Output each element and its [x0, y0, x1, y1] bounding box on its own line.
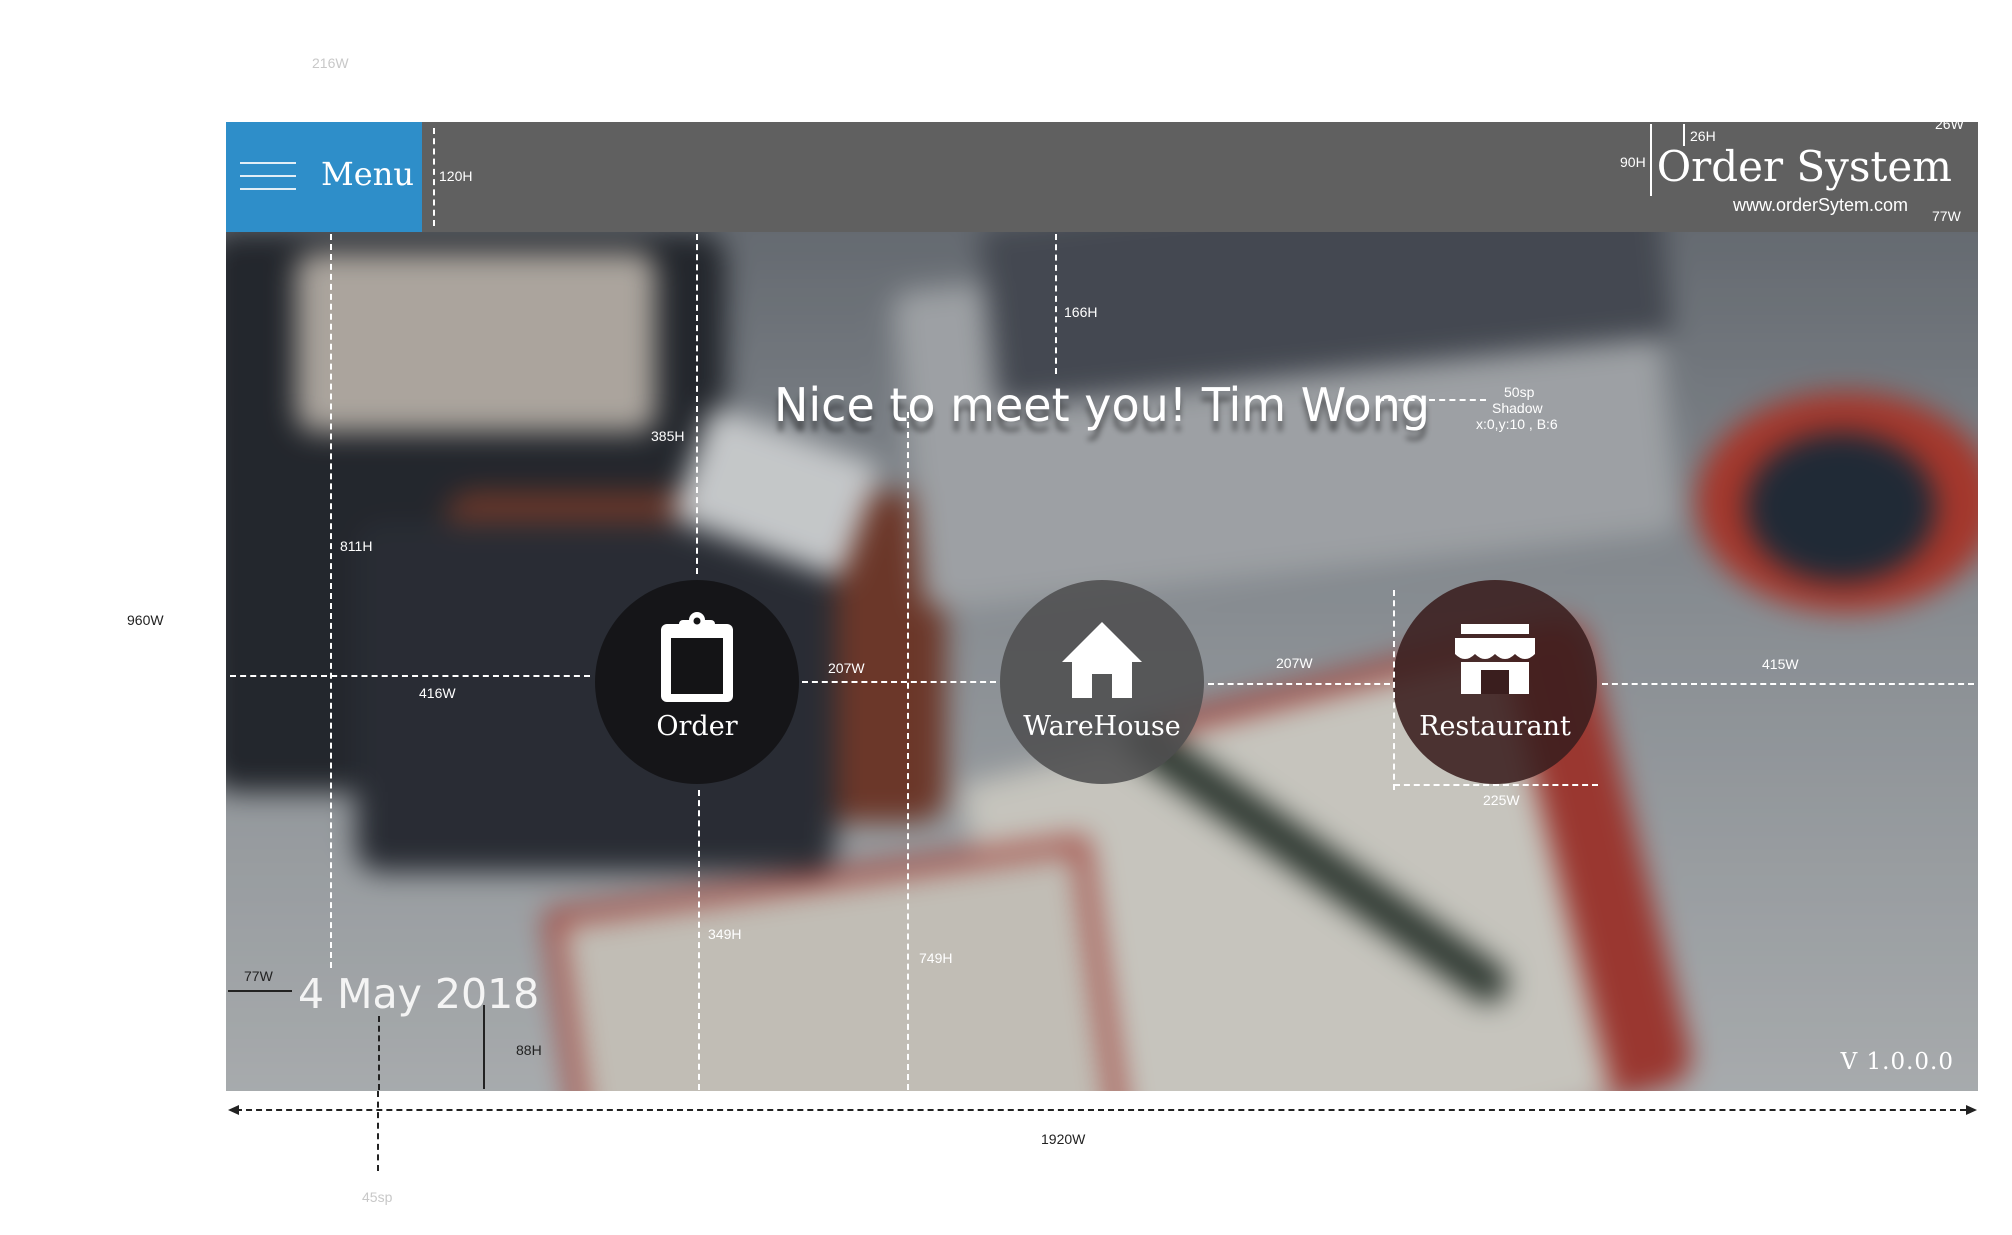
- spec-right-gap: 415W: [1762, 656, 1799, 672]
- spec-title-height: 90H: [1620, 154, 1646, 170]
- spec-greeting-top: 166H: [1064, 304, 1098, 320]
- spec-gap-2: 207W: [1276, 655, 1313, 671]
- app-screen: Menu Order System www.orderSytem.com Nic…: [226, 122, 1978, 1091]
- spec-line: [802, 681, 996, 683]
- spec-line: [228, 990, 292, 992]
- spec-line: [698, 790, 700, 1090]
- spec-line: [377, 1091, 379, 1171]
- spec-line: [236, 1109, 1966, 1111]
- spec-line: [1683, 124, 1685, 146]
- order-label[interactable]: Order: [595, 711, 799, 743]
- spec-line: [1393, 590, 1395, 790]
- spec-line: [1055, 234, 1057, 374]
- spec-circle-width: 225W: [1483, 792, 1520, 808]
- restaurant-label[interactable]: Restaurant: [1393, 711, 1597, 743]
- menu-button[interactable]: Menu: [226, 122, 422, 232]
- spec-canvas-width: 1920W: [1041, 1131, 1086, 1147]
- spec-topbar-height: 120H: [439, 168, 473, 184]
- spec-line: [378, 1016, 380, 1090]
- current-date: 4 May 2018: [298, 970, 540, 1018]
- spec-line: [433, 128, 435, 226]
- spec-line: [1378, 399, 1486, 401]
- spec-url-right: 77W: [1932, 208, 1961, 224]
- home-icon: [1062, 622, 1142, 698]
- spec-arrow: [228, 1105, 239, 1115]
- spec-canvas-height: 960W: [127, 612, 164, 628]
- welcome-greeting: Nice to meet you! Tim Wong: [773, 378, 1431, 432]
- app-title: Order System: [1656, 142, 1952, 191]
- spec-line: [1394, 784, 1598, 786]
- store-icon: [1455, 624, 1535, 694]
- spec-date-font: 45sp: [362, 1189, 393, 1205]
- spec-line: [696, 234, 698, 574]
- spec-order-top: 385H: [651, 428, 685, 444]
- spec-title-top: 26H: [1690, 128, 1716, 144]
- spec-left-gap: 416W: [419, 685, 456, 701]
- restaurant-button[interactable]: Restaurant: [1393, 580, 1597, 784]
- spec-date-top: 811H: [340, 538, 373, 554]
- app-website: www.orderSytem.com: [1732, 195, 1908, 215]
- spec-arrow: [1966, 1105, 1977, 1115]
- spec-line: [1650, 124, 1652, 196]
- menu-label[interactable]: Menu: [321, 154, 414, 194]
- spec-line: [230, 675, 590, 677]
- version-label: V 1.0.0.0: [1840, 1049, 1954, 1075]
- spec-order-bottom: 349H: [708, 926, 742, 942]
- spec-greeting-font: 50sp: [1504, 384, 1535, 400]
- spec-line: [907, 412, 909, 1090]
- spec-line: [1208, 683, 1390, 685]
- spec-top-faint: 216W: [312, 55, 349, 71]
- spec-date-bottom: 88H: [516, 1042, 542, 1058]
- spec-gap-1: 207W: [828, 660, 865, 676]
- spec-line: [1602, 683, 1974, 685]
- spec-date-left: 77W: [244, 968, 273, 984]
- spec-line: [330, 234, 332, 968]
- warehouse-button[interactable]: WareHouse: [1000, 580, 1204, 784]
- spec-title-right: 26W: [1935, 122, 1964, 132]
- spec-greeting-bottom: 749H: [919, 950, 953, 966]
- warehouse-label[interactable]: WareHouse: [1000, 711, 1204, 743]
- spec-greeting-shadow-values: x:0,y:10 , B:6: [1476, 416, 1558, 432]
- clipboard-icon: [661, 612, 733, 702]
- spec-greeting-shadow: Shadow: [1492, 400, 1543, 416]
- spec-line: [483, 1005, 485, 1089]
- order-button[interactable]: Order: [595, 580, 799, 784]
